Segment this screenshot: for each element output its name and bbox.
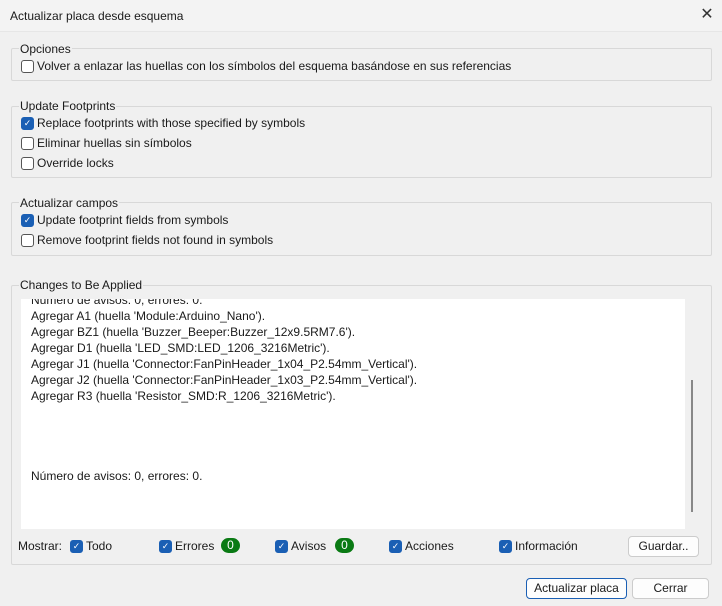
filter-acciones-checkbox[interactable]: ✓ Acciones xyxy=(389,539,454,553)
checkbox-label: Update footprint fields from symbols xyxy=(37,213,229,227)
remove-fields-checkbox[interactable]: Remove footprint fields not found in sym… xyxy=(21,233,273,247)
checkbox-icon xyxy=(21,59,34,73)
filter-informacion-checkbox[interactable]: ✓ Información xyxy=(499,539,578,553)
changes-legend: Changes to Be Applied xyxy=(19,278,144,292)
close-icon[interactable]: ✕ xyxy=(697,5,717,25)
log-line: Agregar J1 (huella 'Connector:FanPinHead… xyxy=(31,357,418,371)
checkbox-checked-icon: ✓ xyxy=(70,539,83,553)
changes-log[interactable]: Número de avisos: 0, errores: 0. Agregar… xyxy=(21,299,685,529)
log-line: Agregar BZ1 (huella 'Buzzer_Beeper:Buzze… xyxy=(31,325,356,339)
override-locks-checkbox[interactable]: Override locks xyxy=(21,156,114,170)
checkbox-label: Eliminar huellas sin símbolos xyxy=(37,136,192,150)
checkbox-label: Remove footprint fields not found in sym… xyxy=(37,233,274,247)
checkbox-icon xyxy=(21,156,34,170)
window-title: Actualizar placa desde esquema xyxy=(10,9,184,23)
checkbox-label: Override locks xyxy=(37,156,114,170)
log-summary: Número de avisos: 0, errores: 0. xyxy=(31,469,203,483)
checkbox-checked-icon: ✓ xyxy=(21,213,34,227)
filter-avisos-checkbox[interactable]: ✓ Avisos xyxy=(275,539,326,553)
checkbox-checked-icon: ✓ xyxy=(389,539,402,553)
close-button[interactable]: Cerrar xyxy=(632,578,709,599)
checkbox-label: Acciones xyxy=(405,539,454,553)
log-line: Número de avisos: 0, errores: 0. xyxy=(31,299,203,307)
checkbox-label: Replace footprints with those specified … xyxy=(37,116,306,130)
log-line: Agregar D1 (huella 'LED_SMD:LED_1206_321… xyxy=(31,341,330,355)
checkbox-label: Información xyxy=(515,539,578,553)
delete-footprints-checkbox[interactable]: Eliminar huellas sin símbolos xyxy=(21,136,192,150)
save-log-button[interactable]: Guardar.. xyxy=(628,536,699,557)
relink-checkbox[interactable]: Volver a enlazar las huellas con los sím… xyxy=(21,59,511,73)
checkbox-label: Todo xyxy=(86,539,113,553)
warnings-count-badge: 0 xyxy=(335,538,354,553)
log-line: Agregar A1 (huella 'Module:Arduino_Nano'… xyxy=(31,309,266,323)
log-line: Agregar R3 (huella 'Resistor_SMD:R_1206_… xyxy=(31,389,336,403)
filter-errores-checkbox[interactable]: ✓ Errores xyxy=(159,539,214,553)
log-line: Agregar J2 (huella 'Connector:FanPinHead… xyxy=(31,373,418,387)
checkbox-checked-icon: ✓ xyxy=(21,116,34,130)
filter-label: Mostrar: xyxy=(18,539,63,553)
checkbox-checked-icon: ✓ xyxy=(499,539,512,553)
update-footprints-legend: Update Footprints xyxy=(19,99,117,113)
update-fields-legend: Actualizar campos xyxy=(19,196,120,210)
checkbox-icon xyxy=(21,136,34,150)
checkbox-label: Volver a enlazar las huellas con los sím… xyxy=(37,59,512,73)
options-legend: Opciones xyxy=(19,42,72,56)
update-fields-checkbox[interactable]: ✓ Update footprint fields from symbols xyxy=(21,213,228,227)
replace-footprints-checkbox[interactable]: ✓ Replace footprints with those specified… xyxy=(21,116,305,130)
update-board-button[interactable]: Actualizar placa xyxy=(526,578,627,599)
errors-count-badge: 0 xyxy=(221,538,240,553)
checkbox-label: Avisos xyxy=(291,539,327,553)
title-bar: Actualizar placa desde esquema ✕ xyxy=(0,0,722,32)
update-fields-group xyxy=(11,202,712,256)
log-scrollbar[interactable] xyxy=(691,380,693,512)
checkbox-icon xyxy=(21,233,34,247)
filter-todo-checkbox[interactable]: ✓ Todo xyxy=(70,539,112,553)
checkbox-label: Errores xyxy=(175,539,215,553)
checkbox-checked-icon: ✓ xyxy=(159,539,172,553)
checkbox-checked-icon: ✓ xyxy=(275,539,288,553)
